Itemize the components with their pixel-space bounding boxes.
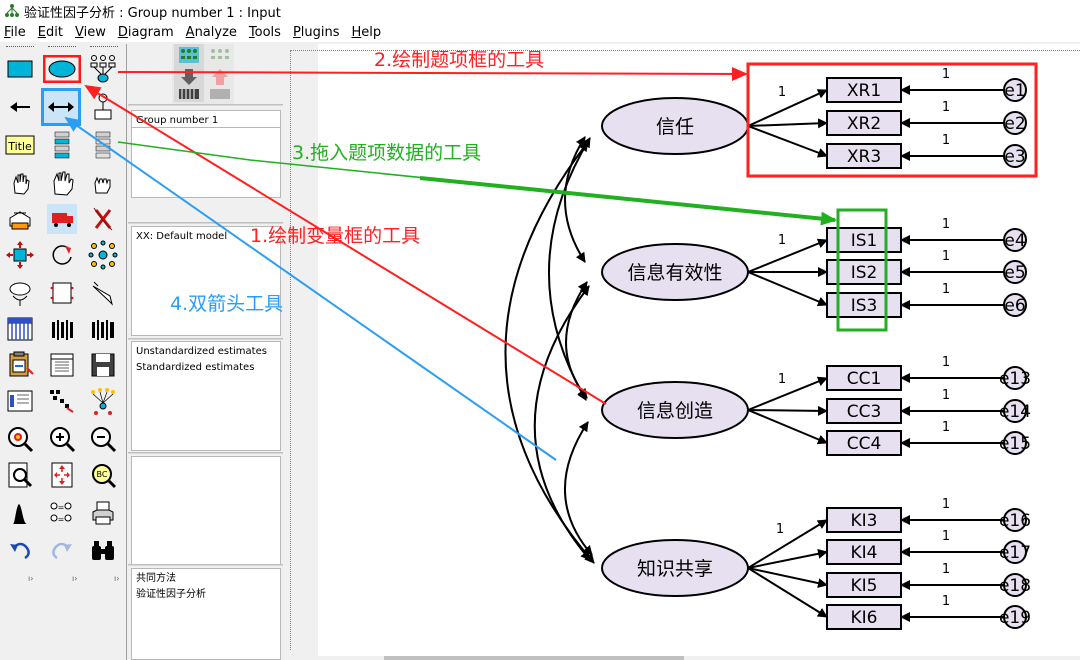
group-list-area — [131, 128, 281, 198]
zoom-out-icon[interactable] — [86, 422, 120, 456]
undo-icon[interactable] — [3, 534, 37, 568]
title-bar: 验证性因子分析 : Group number 1 : Input — [0, 0, 1080, 22]
preserve-symmetries-icon[interactable] — [86, 384, 120, 418]
file-item[interactable]: 共同方法 — [136, 571, 276, 587]
multiple-group-icon[interactable]: = = — [45, 496, 79, 530]
svg-text:BC: BC — [97, 470, 108, 479]
object-properties-icon[interactable] — [3, 384, 37, 418]
deselect-hand-icon[interactable] — [86, 166, 120, 200]
menu-bar: File Edit View Diagram Analyze Tools Plugins He… — [0, 22, 1080, 42]
toolbox-grip-3: ı› — [114, 574, 120, 583]
draw-indicator-variable-tool[interactable] — [86, 52, 120, 86]
menu-diagram[interactable]: Diagram — [118, 25, 174, 40]
svg-text:=: = — [58, 515, 65, 524]
drag-properties-icon[interactable] — [45, 384, 79, 418]
data-files-icon[interactable] — [3, 312, 37, 346]
draw-latent-variable-tool[interactable] — [43, 52, 81, 86]
svg-text:Title: Title — [7, 140, 32, 153]
zoom-in-icon[interactable] — [45, 422, 79, 456]
rotate-indicators-icon[interactable] — [45, 238, 79, 272]
annotation-draw-indicator-tool: 2.绘制题项框的工具 — [374, 49, 545, 71]
amos-app-icon — [4, 3, 20, 19]
window-title: 验证性因子分析 : Group number 1 : Input — [24, 5, 281, 21]
text-output-icon[interactable] — [45, 348, 79, 382]
scroll-icon[interactable] — [45, 276, 79, 310]
calculate-estimates-icon[interactable] — [86, 312, 120, 346]
menu-edit[interactable]: Edit — [38, 25, 63, 40]
move-object-icon[interactable] — [45, 202, 79, 236]
annotation-draw-latent-tool: 1.绘制变量框的工具 — [250, 225, 421, 247]
annotation-double-arrow-tool: 4.双箭头工具 — [170, 293, 284, 315]
menu-tools[interactable]: Tools — [249, 25, 281, 40]
toolbox-grip-1: ı› — [28, 574, 34, 583]
zoom-select-icon[interactable] — [3, 422, 37, 456]
double-arrow-tool[interactable] — [41, 88, 81, 126]
annotation-drag-data-tool: 3.拖入题项数据的工具 — [292, 142, 482, 164]
move-parameter-icon[interactable] — [3, 276, 37, 310]
standardized-estimates-item[interactable]: Standardized estimates — [136, 360, 276, 376]
search-binoculars-icon[interactable] — [86, 534, 120, 568]
menu-view[interactable]: View — [75, 25, 106, 40]
blank-list — [131, 456, 281, 566]
amos-window: 验证性因子分析 : Group number 1 : Input File Edi… — [0, 0, 1080, 660]
save-icon[interactable] — [86, 348, 120, 382]
select-one-hand-icon[interactable] — [3, 166, 37, 200]
menu-file[interactable]: File — [4, 25, 26, 40]
group-list[interactable]: Group number 1 — [131, 110, 281, 128]
loupe-icon[interactable]: BC — [86, 458, 120, 492]
touch-up-icon[interactable] — [86, 276, 120, 310]
unstandardized-estimates-item[interactable]: Unstandardized estimates — [136, 344, 276, 360]
file-item[interactable]: 验证性因子分析 — [136, 587, 276, 603]
analysis-properties-icon[interactable] — [45, 312, 79, 346]
diagram-canvas[interactable] — [318, 44, 1080, 656]
reflect-indicators-icon[interactable] — [86, 238, 120, 272]
bayesian-estimation-icon[interactable] — [3, 496, 37, 530]
menu-analyze[interactable]: Analyze — [186, 25, 237, 40]
title-tool[interactable]: Title — [3, 128, 37, 162]
unique-variable-tool[interactable] — [86, 90, 120, 124]
menu-help[interactable]: Help — [352, 25, 382, 40]
redo-icon[interactable] — [45, 534, 79, 568]
diagram-canvas-area — [284, 44, 1080, 660]
menu-plugins[interactable]: Plugins — [293, 25, 340, 40]
fit-to-page-icon[interactable] — [45, 458, 79, 492]
view-input-button[interactable] — [174, 44, 204, 102]
view-page-icon[interactable] — [3, 458, 37, 492]
draw-observed-variable-tool[interactable] — [3, 52, 37, 86]
view-output-button[interactable] — [206, 44, 234, 102]
single-arrow-tool[interactable] — [3, 90, 37, 124]
model-panel: Group number 1 XX: Default model Unstand… — [128, 44, 283, 660]
toolbox-grip-2: ı› — [72, 574, 78, 583]
select-all-hand-icon[interactable] — [45, 166, 79, 200]
print-icon[interactable] — [86, 496, 120, 530]
erase-object-icon[interactable] — [86, 202, 120, 236]
list-data-variables-tool[interactable] — [86, 128, 120, 162]
copy-to-clipboard-icon[interactable] — [3, 348, 37, 382]
list-variables-tool[interactable] — [45, 128, 79, 162]
change-shape-icon[interactable] — [3, 238, 37, 272]
copy-object-icon[interactable] — [3, 202, 37, 236]
model-item[interactable]: XX: Default model — [136, 231, 227, 242]
toolbox: Title BC = = ı› ı› ı› — [0, 44, 127, 660]
horizontal-scrollbar[interactable] — [384, 656, 684, 660]
svg-text:=: = — [58, 503, 65, 512]
group-item[interactable]: Group number 1 — [136, 115, 218, 126]
estimates-list[interactable]: Unstandardized estimates Standardized es… — [131, 341, 281, 451]
file-list[interactable]: 共同方法 验证性因子分析 — [131, 568, 281, 660]
